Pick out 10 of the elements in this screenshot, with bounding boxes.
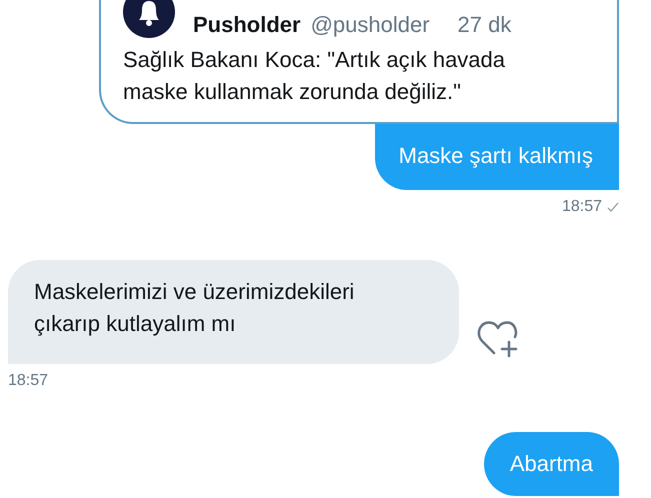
- tweet-text: Sağlık Bakanı Koca: "Artık açık havada maske kullanmak zorunda değiliz.": [123, 46, 506, 106]
- message-bubble: Maske şartı kalkmış: [374, 124, 619, 190]
- message-bubble: Maskelerimizi ve üzerimizdekileri çıkarıp kutlayalım mı: [8, 260, 459, 364]
- tweet-time: 27 dk: [458, 12, 512, 38]
- message-time: 18:57: [562, 198, 602, 216]
- message-bubble: Abartma: [484, 432, 619, 496]
- message-time: 18:57: [8, 372, 48, 390]
- author-name: Pusholder: [193, 12, 301, 38]
- author-handle: @pusholder: [310, 12, 430, 38]
- check-icon: [607, 202, 619, 212]
